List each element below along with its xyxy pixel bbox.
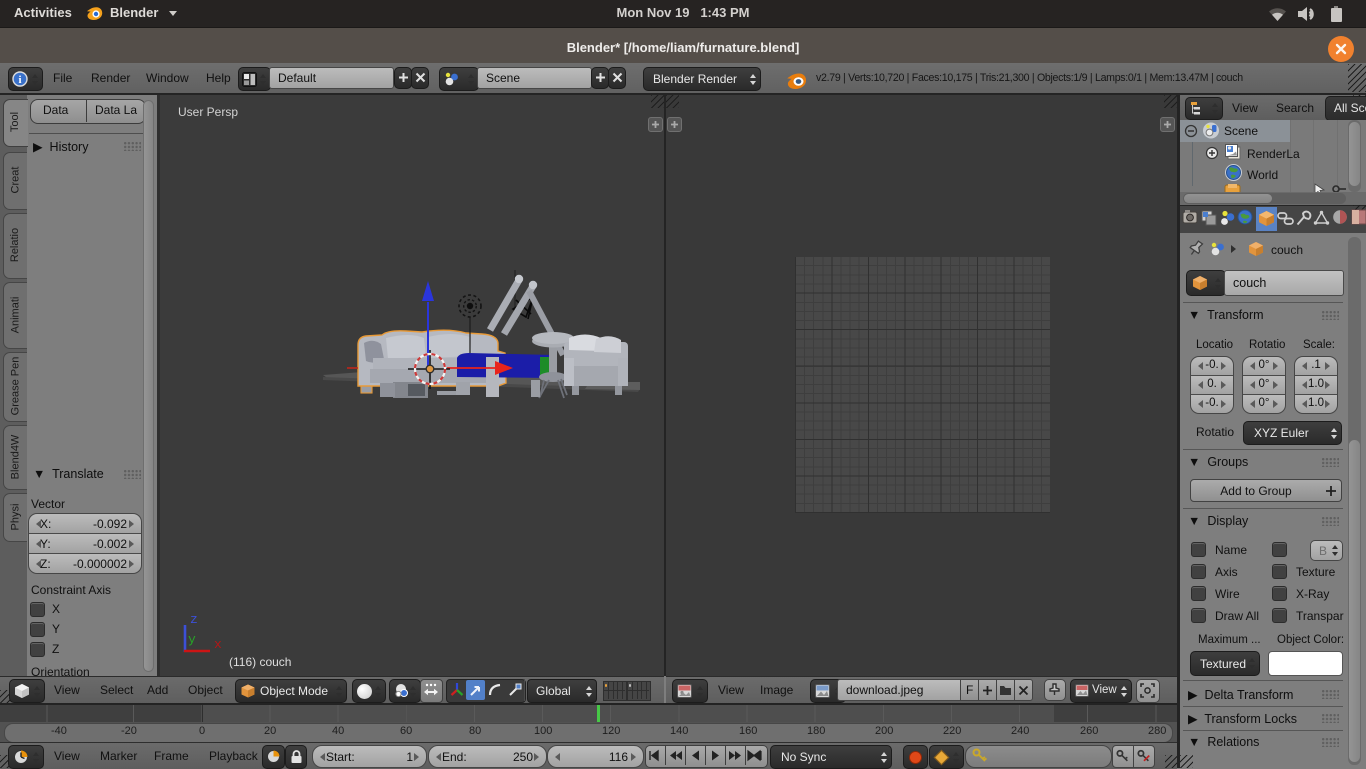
svg-text:i: i [18, 74, 21, 86]
svg-text:z: z [190, 612, 198, 627]
svg-text:y: y [188, 632, 196, 647]
svg-text:x: x [214, 637, 222, 652]
